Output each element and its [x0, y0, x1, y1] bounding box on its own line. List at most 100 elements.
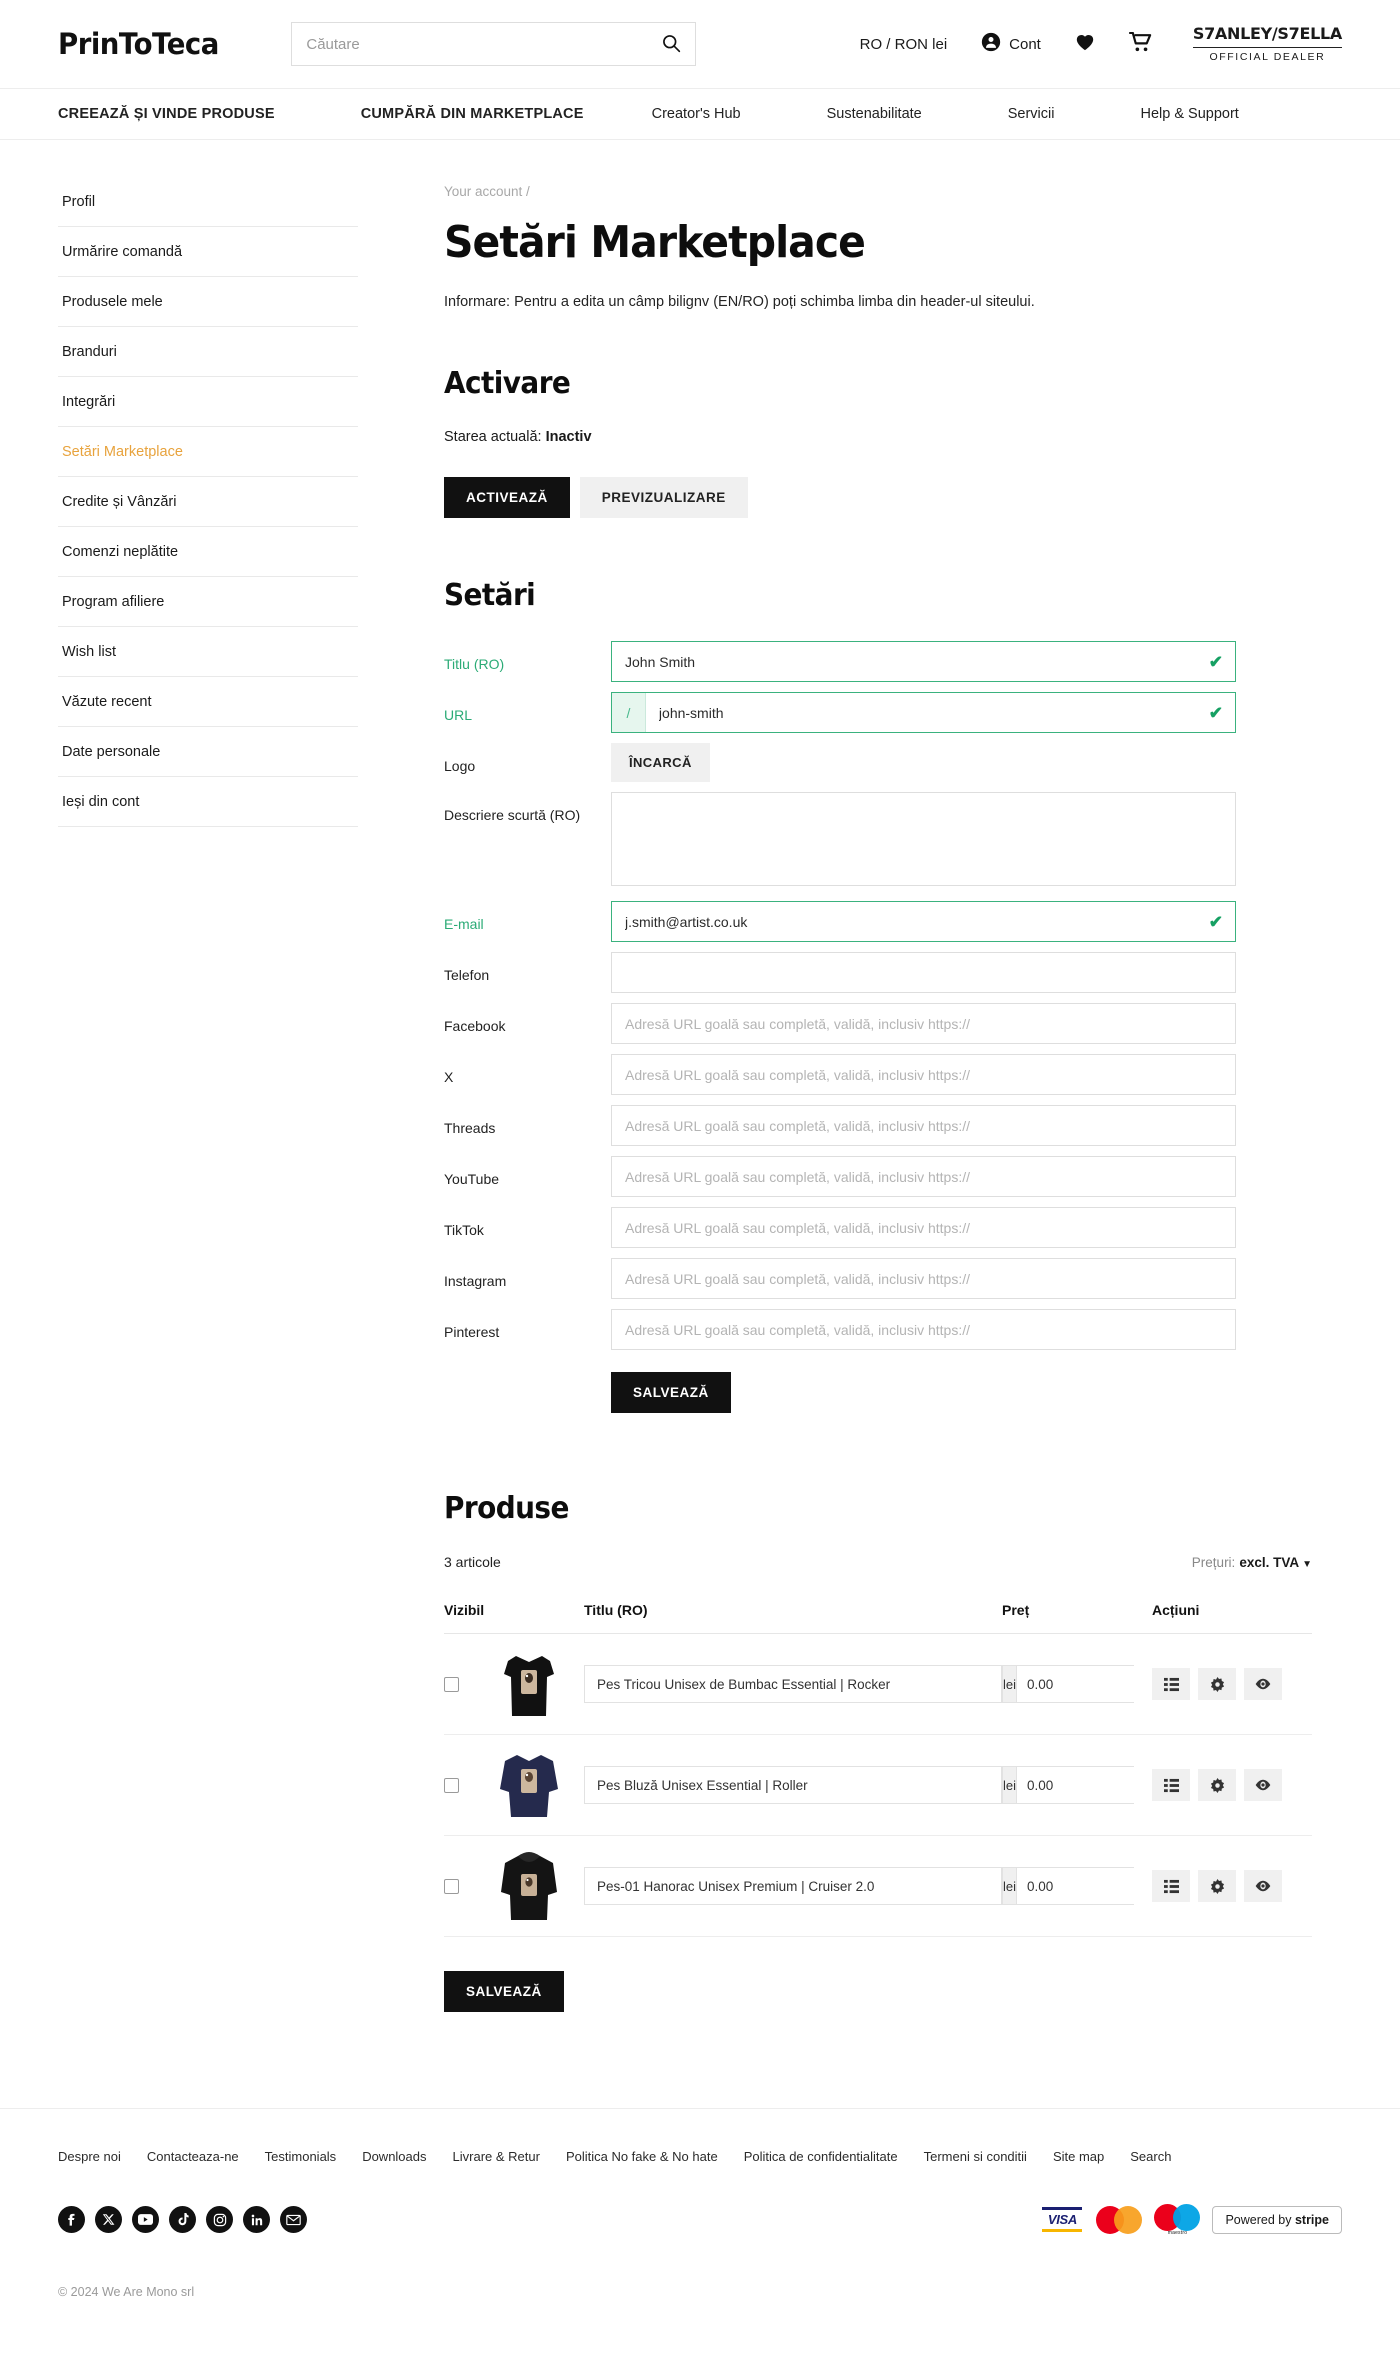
nav-item-sustenabilitate[interactable]: Sustenabilitate	[827, 106, 922, 122]
sidebar-item-integrari[interactable]: Integrări	[58, 377, 358, 427]
list-icon	[1163, 1677, 1179, 1691]
sidebar-item-program-afiliere[interactable]: Program afiliere	[58, 577, 358, 627]
facebook-input[interactable]	[611, 1003, 1236, 1044]
logo-upload-button[interactable]: ÎNCARCĂ	[611, 743, 710, 782]
linkedin-icon[interactable]	[243, 2206, 270, 2233]
gear-icon-button[interactable]	[1198, 1769, 1236, 1801]
footer-link-downloads[interactable]: Downloads	[362, 2149, 426, 2164]
tiktok-icon[interactable]	[169, 2206, 196, 2233]
field-instagram	[611, 1258, 1236, 1299]
search-input[interactable]	[306, 35, 662, 53]
stripe-prefix: Powered by	[1225, 2212, 1292, 2227]
visible-checkbox[interactable]	[444, 1777, 459, 1793]
footer-link-politica-no-fake[interactable]: Politica No fake & No hate	[566, 2149, 718, 2164]
cell-thumbnail	[498, 1835, 584, 1937]
cart-link[interactable]	[1129, 31, 1153, 56]
field-logo: ÎNCARCĂ	[611, 743, 1236, 782]
sidebar-item-credite-si-vanzari[interactable]: Credite și Vânzări	[58, 477, 358, 527]
form-row-youtube: YouTube	[444, 1156, 1312, 1197]
eye-icon-button[interactable]	[1244, 1769, 1282, 1801]
header-actions: RO / RON lei Cont S7ANLEY/S7ELLA OFFICIA…	[860, 24, 1343, 64]
footer-link-site-map[interactable]: Site map	[1053, 2149, 1104, 2164]
telefon-input[interactable]	[611, 952, 1236, 993]
table-row: lei	[444, 1835, 1312, 1937]
sidebar-item-vazute-recent[interactable]: Văzute recent	[58, 677, 358, 727]
product-title-input[interactable]	[584, 1665, 1002, 1703]
footer-link-termeni-si-conditii[interactable]: Termeni si conditii	[924, 2149, 1027, 2164]
x-input[interactable]	[611, 1054, 1236, 1095]
label-logo: Logo	[444, 758, 476, 774]
product-title-input[interactable]	[584, 1766, 1002, 1804]
threads-input[interactable]	[611, 1105, 1236, 1146]
sidebar-item-iesi-din-cont[interactable]: Ieși din cont	[58, 777, 358, 827]
visible-checkbox[interactable]	[444, 1878, 459, 1894]
nav-item-creators-hub[interactable]: Creator's Hub	[652, 106, 741, 122]
eye-icon-button[interactable]	[1244, 1870, 1282, 1902]
valid-check-icon: ✔	[1208, 703, 1223, 722]
price-currency: lei	[1003, 1868, 1018, 1904]
nav-item-creeaza-si-vinde-produse[interactable]: CREEAZĂ ȘI VINDE PRODUSE	[58, 106, 275, 122]
email-input[interactable]	[611, 901, 1236, 942]
youtube-input[interactable]	[611, 1156, 1236, 1197]
tiktok-input[interactable]	[611, 1207, 1236, 1248]
sidebar-item-date-personale[interactable]: Date personale	[58, 727, 358, 777]
search-button[interactable]	[661, 33, 681, 56]
currency-selector[interactable]: RO / RON lei	[860, 36, 948, 53]
sidebar-item-profil[interactable]: Profil	[58, 190, 358, 227]
list-icon-button[interactable]	[1152, 1870, 1190, 1902]
x-icon[interactable]	[95, 2206, 122, 2233]
activate-button[interactable]: ACTIVEAZĂ	[444, 477, 570, 518]
sidebar-item-urmarire-comanda[interactable]: Urmărire comandă	[58, 227, 358, 277]
url-input[interactable]	[645, 693, 1235, 732]
sidebar-item-wish-list[interactable]: Wish list	[58, 627, 358, 677]
sidebar-item-comenzi-neplatite[interactable]: Comenzi neplătite	[58, 527, 358, 577]
footer-link-search[interactable]: Search	[1130, 2149, 1171, 2164]
pinterest-input[interactable]	[611, 1309, 1236, 1350]
nav-item-servicii[interactable]: Servicii	[1008, 106, 1055, 122]
footer-link-livrare-retur[interactable]: Livrare & Retur	[453, 2149, 540, 2164]
activation-buttons: ACTIVEAZĂ PREVIZUALIZARE	[444, 477, 1312, 518]
product-title-input[interactable]	[584, 1867, 1002, 1905]
youtube-icon[interactable]	[132, 2206, 159, 2233]
section-heading-activare: Activare	[444, 366, 571, 401]
email-icon[interactable]	[280, 2206, 307, 2233]
footer-link-despre-noi[interactable]: Despre noi	[58, 2149, 121, 2164]
sidebar-item-produsele-mele[interactable]: Produsele mele	[58, 277, 358, 327]
products-table: Vizibil Titlu (RO) Preț Acțiuni Pes Tric…	[444, 1602, 1312, 1937]
nav-item-cumpara-din-marketplace[interactable]: CUMPĂRĂ DIN MARKETPLACE	[361, 106, 584, 122]
descriere-textarea[interactable]	[611, 792, 1236, 886]
form-row-threads: Threads	[444, 1105, 1312, 1146]
footer-link-politica-confidentialitate[interactable]: Politica de confidentialitate	[744, 2149, 898, 2164]
footer-link-contacteaza-ne[interactable]: Contacteaza-ne	[147, 2149, 239, 2164]
list-icon-button[interactable]	[1152, 1668, 1190, 1700]
sidebar-item-setari-marketplace[interactable]: Setări Marketplace	[58, 427, 358, 477]
list-icon-button[interactable]	[1152, 1769, 1190, 1801]
footer-link-testimonials[interactable]: Testimonials	[265, 2149, 337, 2164]
preview-button[interactable]: PREVIZUALIZARE	[579, 477, 748, 518]
eye-icon-button[interactable]	[1244, 1668, 1282, 1700]
settings-save-button[interactable]: SALVEAZĂ	[611, 1372, 731, 1413]
wishlist-link[interactable]	[1075, 33, 1095, 55]
product-thumbnail-tshirt-black	[504, 1656, 554, 1716]
activation-status: Starea actuală: Inactiv	[444, 429, 1312, 445]
facebook-icon[interactable]	[58, 2206, 85, 2233]
sidebar-item-branduri[interactable]: Branduri	[58, 327, 358, 377]
price-mode-selector[interactable]: Prețuri: excl. TVA ▼	[1192, 1555, 1312, 1570]
gear-icon-button[interactable]	[1198, 1870, 1236, 1902]
cell-actions	[1152, 1633, 1312, 1735]
breadcrumb[interactable]: Your account /	[444, 184, 1312, 199]
activation-status-label: Starea actuală:	[444, 429, 542, 445]
gear-icon	[1210, 1777, 1224, 1793]
site-logo[interactable]: PrinToTeca	[58, 27, 219, 61]
instagram-input[interactable]	[611, 1258, 1236, 1299]
visible-checkbox[interactable]	[444, 1676, 459, 1692]
products-save-button[interactable]: SALVEAZĂ	[444, 1971, 564, 2012]
search-bar[interactable]	[291, 22, 697, 66]
label-threads: Threads	[444, 1120, 496, 1136]
instagram-icon[interactable]	[206, 2206, 233, 2233]
account-link[interactable]: Cont	[981, 32, 1041, 56]
section-heading-produse: Produse	[444, 1491, 569, 1526]
gear-icon-button[interactable]	[1198, 1668, 1236, 1700]
titlu-input[interactable]	[611, 641, 1236, 682]
nav-item-help-support[interactable]: Help & Support	[1140, 106, 1238, 122]
